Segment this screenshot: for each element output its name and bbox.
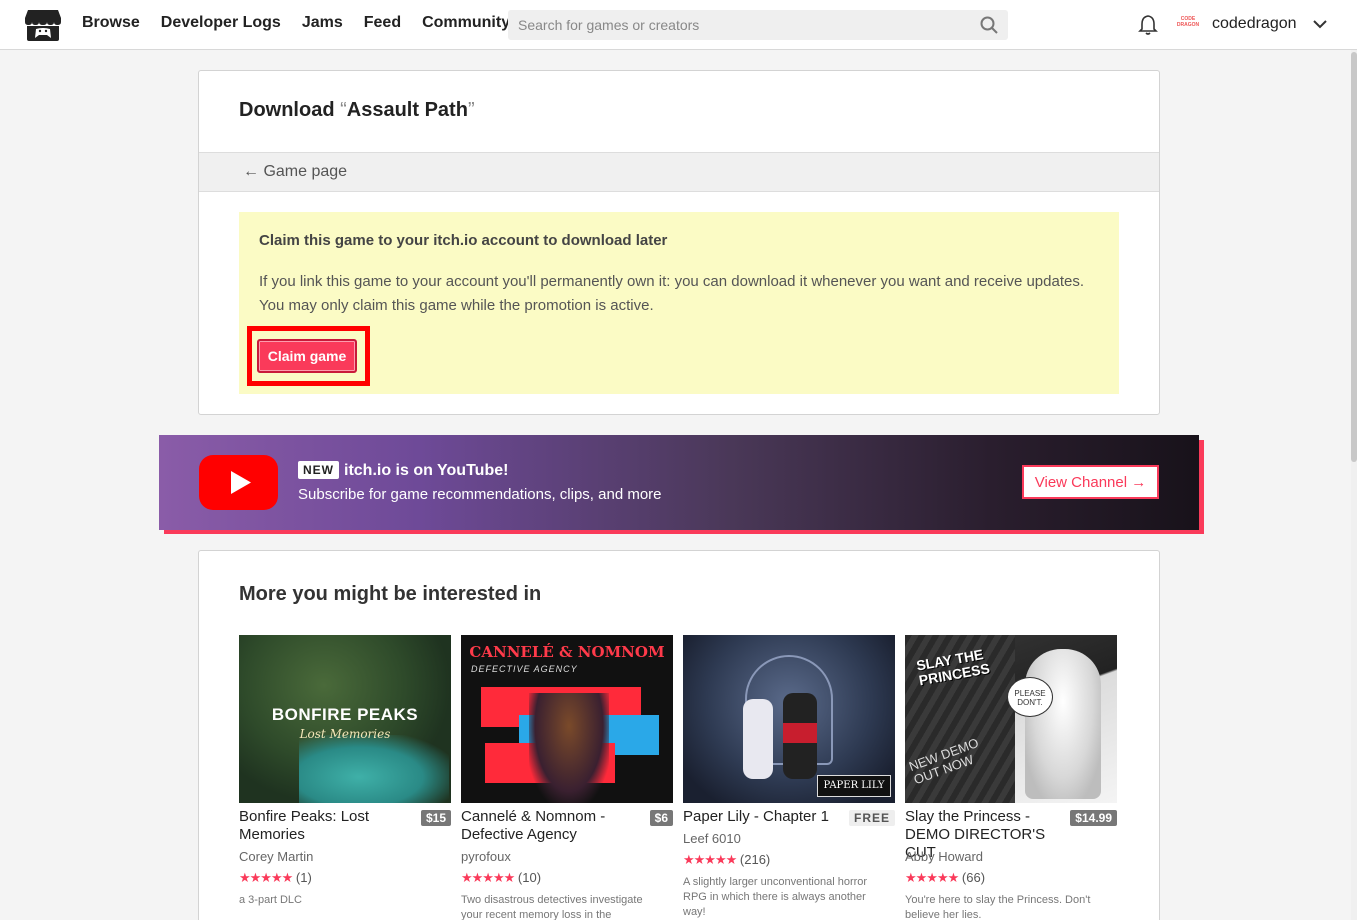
thumb-subtitle: DEFECTIVE AGENCY	[471, 664, 578, 674]
avatar[interactable]: CODE DRAGON	[1175, 14, 1201, 36]
rating-stars: ★★★★★	[905, 870, 959, 885]
game-author[interactable]: Corey Martin	[239, 849, 313, 864]
title-prefix: Download	[239, 99, 341, 121]
game-cell: PAPER LILY Paper Lily - Chapter 1 FREE L…	[683, 635, 895, 918]
game-title[interactable]: Paper Lily - Chapter 1	[683, 808, 853, 826]
game-author[interactable]: Abby Howard	[905, 849, 983, 864]
game-cell: SLAY THE PRINCESS NEW DEMO OUT NOW PLEAS…	[905, 635, 1117, 920]
back-bar: ← Game page	[199, 152, 1159, 192]
banner-subtitle: Subscribe for game recommendations, clip…	[298, 486, 662, 503]
itchio-logo-icon[interactable]	[24, 8, 62, 42]
open-quote: “	[340, 99, 347, 121]
game-thumbnail[interactable]: PAPER LILY	[683, 635, 895, 803]
rating-stars: ★★★★★	[239, 870, 293, 885]
game-rating: ★★★★★ (216)	[683, 852, 770, 868]
game-description: a 3-part DLC	[239, 894, 302, 906]
game-description: A slightly larger unconventional horror …	[683, 876, 868, 918]
game-thumbnail[interactable]: BONFIRE PEAKS Lost Memories	[239, 635, 451, 803]
nav-developer-logs[interactable]: Developer Logs	[161, 14, 281, 32]
speech-bubble: PLEASE DON'T.	[1007, 677, 1053, 717]
claim-highlight: Claim game	[247, 326, 370, 386]
price-badge: $6	[649, 810, 673, 826]
rating-stars: ★★★★★	[461, 870, 515, 885]
game-page-link[interactable]: ← Game page	[243, 163, 347, 181]
rating-count: (1)	[295, 870, 312, 885]
nav-feed[interactable]: Feed	[364, 14, 401, 32]
rating-count: (216)	[739, 852, 771, 867]
game-title[interactable]: Bonfire Peaks: Lost Memories	[239, 808, 409, 844]
price-badge: $15	[420, 810, 451, 826]
price-badge: $14.99	[1070, 810, 1117, 826]
view-channel-button[interactable]: View Channel →	[1022, 465, 1159, 499]
search-box	[508, 10, 1008, 40]
recommendations-section: More you might be interested in BONFIRE …	[198, 550, 1160, 920]
nav-jams[interactable]: Jams	[302, 14, 343, 32]
youtube-logo-icon	[199, 455, 278, 510]
close-quote: ”	[467, 99, 475, 121]
thumb-title: CANNELÉ & NOMNOM	[469, 643, 665, 661]
notice-body: If you link this game to your account yo…	[259, 273, 1084, 314]
banner-title: itch.io is on YouTube!	[344, 462, 509, 479]
game-description: Two disastrous detectives investigate yo…	[461, 894, 643, 920]
game-name: Assault Path	[346, 99, 468, 121]
game-author[interactable]: pyrofoux	[461, 849, 511, 864]
top-navbar: Browse Developer Logs Jams Feed Communit…	[0, 0, 1357, 50]
search-icon[interactable]	[980, 16, 998, 34]
game-thumbnail[interactable]: SLAY THE PRINCESS NEW DEMO OUT NOW PLEAS…	[905, 635, 1117, 803]
thumb-title: PAPER LILY	[817, 775, 891, 797]
thumb-title: BONFIRE PEAKS	[271, 705, 419, 724]
scrollbar-thumb[interactable]	[1351, 52, 1357, 462]
rating-stars: ★★★★★	[683, 852, 737, 867]
game-rating: ★★★★★ (1)	[239, 870, 312, 886]
claim-notice: Claim this game to your itch.io account …	[239, 212, 1119, 394]
recommendations-heading: More you might be interested in	[239, 583, 542, 605]
game-title[interactable]: Cannelé & Nomnom - Defective Agency	[461, 808, 631, 844]
game-thumbnail[interactable]: CANNELÉ & NOMNOM DEFECTIVE AGENCY	[461, 635, 673, 803]
username[interactable]: codedragon	[1212, 15, 1297, 33]
thumb-subtitle: Lost Memories	[299, 727, 391, 741]
game-author[interactable]: Leef 6010	[683, 831, 741, 846]
download-card: Download “Assault Path” ← Game page Clai…	[198, 70, 1160, 415]
rating-count: (10)	[517, 870, 542, 885]
youtube-banner[interactable]: NEW itch.io is on YouTube! Subscribe for…	[159, 435, 1199, 530]
new-badge: NEW	[298, 461, 339, 479]
rating-count: (66)	[961, 870, 986, 885]
chevron-down-icon[interactable]	[1312, 18, 1328, 30]
game-cell: BONFIRE PEAKS Lost Memories Bonfire Peak…	[239, 635, 451, 906]
game-description: You're here to slay the Princess. Don't …	[905, 894, 1091, 920]
notifications-bell-icon[interactable]	[1138, 14, 1158, 36]
game-rating: ★★★★★ (66)	[905, 870, 985, 886]
price-badge: FREE	[848, 810, 895, 826]
notice-title: Claim this game to your itch.io account …	[259, 232, 668, 249]
nav-community[interactable]: Community	[422, 14, 510, 32]
main-nav: Browse Developer Logs Jams Feed Communit…	[82, 14, 531, 32]
game-cell: CANNELÉ & NOMNOM DEFECTIVE AGENCY Cannel…	[461, 635, 673, 920]
game-rating: ★★★★★ (10)	[461, 870, 541, 886]
claim-game-button[interactable]: Claim game	[257, 339, 357, 373]
nav-browse[interactable]: Browse	[82, 14, 140, 32]
search-input[interactable]	[508, 10, 968, 40]
page-title: Download “Assault Path”	[239, 99, 475, 122]
